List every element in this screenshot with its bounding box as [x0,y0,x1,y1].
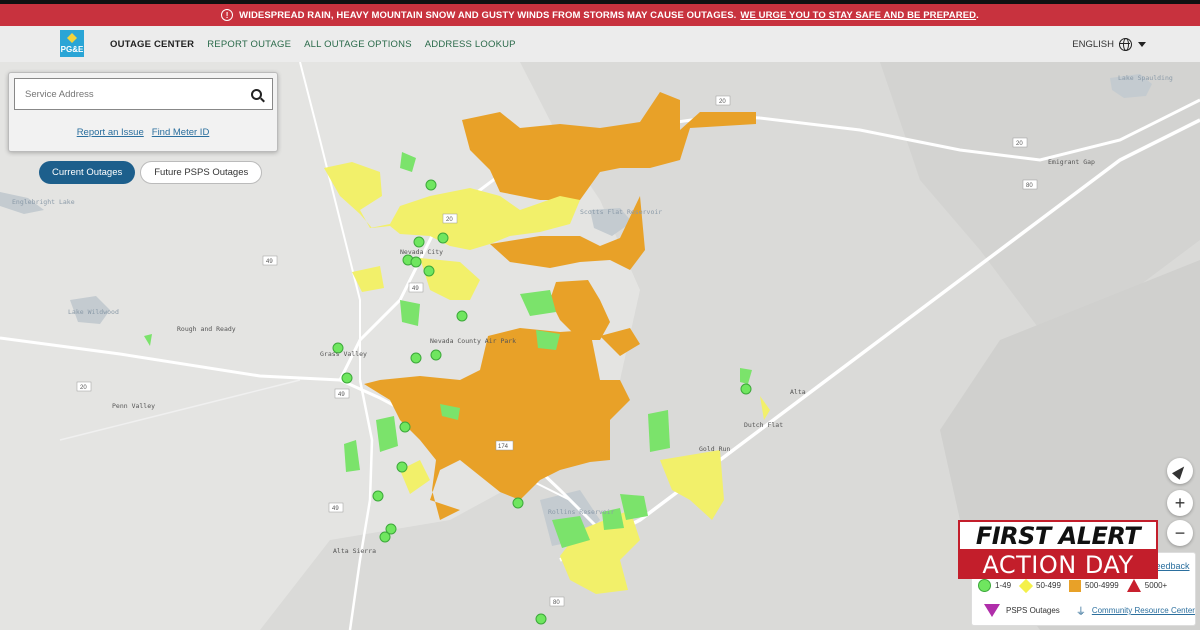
shield-49-d: 49 [412,286,419,292]
shield-49-c: 49 [332,506,339,512]
badge-line-1: FIRST ALERT [958,520,1158,551]
find-meter-id-link[interactable]: Find Meter ID [152,127,210,138]
nav-links: OUTAGE CENTER REPORT OUTAGE ALL OUTAGE O… [110,26,529,62]
nav-address-lookup[interactable]: ADDRESS LOOKUP [425,39,516,50]
label-alta: Alta [790,388,806,396]
current-outages-button[interactable]: Current Outages [39,161,136,184]
label-penn-valley: Penn Valley [112,402,155,410]
outage-view-toggle: Current Outages Future PSPS Outages [39,161,267,184]
label-emigrant-gap: Emigrant Gap [1048,158,1095,166]
navbar: PG&E OUTAGE CENTER REPORT OUTAGE ALL OUT… [0,26,1200,62]
legend-label-500-4999: 500-4999 [1084,581,1119,590]
pge-logo[interactable]: PG&E [60,30,84,57]
legend-label-50-499: 50-499 [1036,581,1061,590]
legend-psps-row: PSPS Outages ⏚ Community Resource Center [984,603,1195,618]
shield-49-a: 49 [266,259,273,265]
alert-message: WIDESPREAD RAIN, HEAVY MOUNTAIN SNOW AND… [239,9,737,21]
panel-links: Report an Issue Find Meter ID [9,127,277,138]
label-grass-valley: Grass Valley [320,350,367,358]
label-nevada-city: Nevada City [400,248,443,256]
shield-20-c: 20 [446,217,453,223]
alert-circle-icon: ! [221,9,234,21]
label-lake-spaulding: Lake Spaulding [1118,74,1173,82]
locate-button[interactable] [1167,458,1193,484]
nav-all-outage-options[interactable]: ALL OUTAGE OPTIONS [304,39,412,50]
logo-text: PG&E [60,45,84,54]
globe-icon [1119,37,1132,51]
label-dutch-flat: Dutch Flat [744,421,783,429]
locate-icon [1171,462,1189,480]
label-rough-and-ready: Rough and Ready [177,325,236,333]
yellow-diamond-icon [1018,578,1034,593]
alert-banner: ! WIDESPREAD RAIN, HEAVY MOUNTAIN SNOW A… [0,4,1200,26]
community-resource-center-link[interactable]: Community Resource Center [1092,606,1195,615]
search-box[interactable] [14,78,273,110]
report-issue-link[interactable]: Report an Issue [77,127,144,138]
plug-icon: ⏚ [1075,607,1086,618]
shield-20-b: 20 [1016,141,1023,147]
shield-174: 174 [498,444,509,450]
shield-80-b: 80 [553,600,560,606]
nav-outage-center[interactable]: OUTAGE CENTER [110,39,194,50]
label-englebright-lake: Englebright Lake [12,198,75,206]
legend-label-1-49: 1-49 [995,581,1012,590]
language-label: ENGLISH [1072,38,1114,50]
nav-report-outage[interactable]: REPORT OUTAGE [207,39,291,50]
badge-line-2: ACTION DAY [958,551,1158,579]
purple-triangle-icon [984,604,1000,617]
label-alta-sierra: Alta Sierra [333,547,376,555]
search-icon[interactable] [251,88,262,100]
red-triangle-icon [1126,579,1141,592]
chevron-down-icon [1138,41,1146,47]
alert-suffix: . [976,9,979,21]
green-circle-icon [978,579,991,592]
label-scotts-flat-reservoir: Scotts Flat Reservoir [580,208,662,216]
label-rollins-reservoir: Rollins Reservoir [548,508,615,516]
shield-20-d: 20 [80,385,87,391]
first-alert-badge: FIRST ALERT ACTION DAY [958,520,1158,579]
label-gold-run: Gold Run [699,445,730,453]
future-psps-outages-button[interactable]: Future PSPS Outages [140,161,263,184]
alert-link[interactable]: WE URGE YOU TO STAY SAFE AND BE PREPARED [740,10,976,21]
search-panel: Report an Issue Find Meter ID [8,72,278,152]
legend-counts-row: 1-49 50-499 500-4999 5000+ [978,578,1168,593]
legend-label-5000-plus: 5000+ [1144,581,1168,590]
shield-20-a: 20 [719,99,726,105]
legend-psps-label: PSPS Outages [1006,606,1060,615]
language-selector[interactable]: ENGLISH [1072,26,1146,62]
shield-80-a: 80 [1026,183,1033,189]
shield-49-b: 49 [338,392,345,398]
zoom-out-button[interactable]: − [1167,520,1193,546]
zoom-in-button[interactable]: + [1167,490,1193,516]
label-nevada-county-air-park: Nevada County Air Park [430,337,516,345]
label-lake-wildwood: Lake Wildwood [68,308,119,316]
service-address-input[interactable] [15,79,251,109]
orange-square-icon [1068,579,1081,592]
